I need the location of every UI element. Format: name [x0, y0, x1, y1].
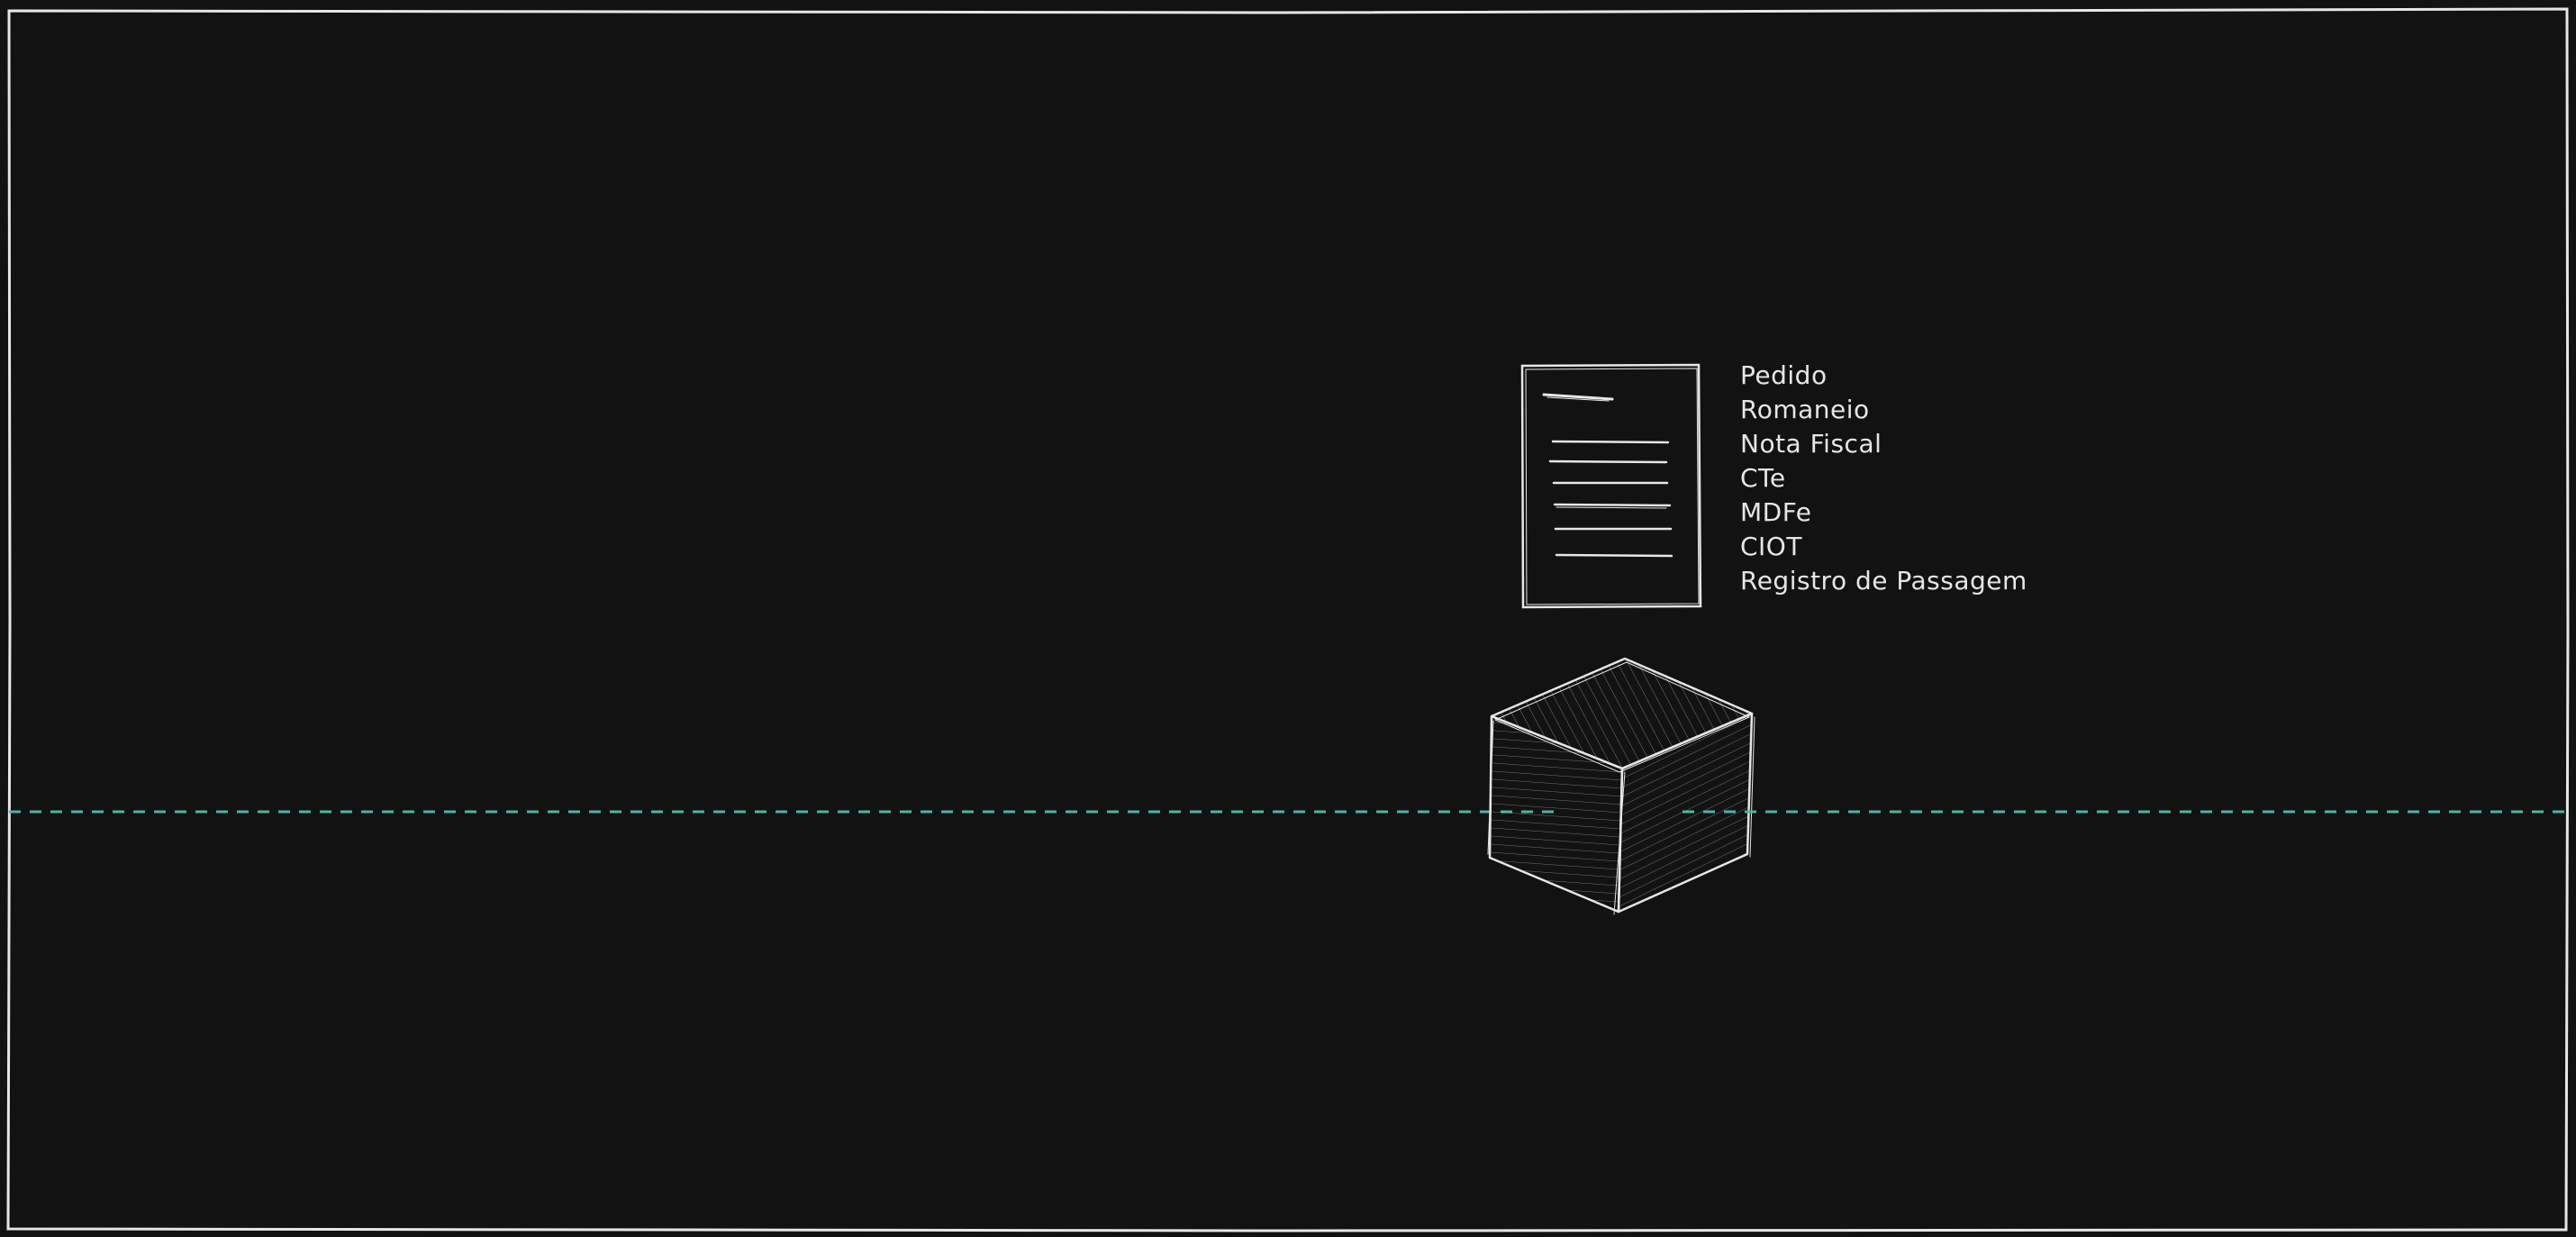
frame — [6, 7, 2570, 1232]
document-list: Pedido Romaneio Nota Fiscal CTe MDFe CIO… — [1740, 359, 2027, 598]
package-box-icon — [1487, 657, 1755, 915]
diagram-canvas: Pedido Romaneio Nota Fiscal CTe MDFe CIO… — [0, 0, 2576, 1237]
document-item-registro-de-passagem: Registro de Passagem — [1740, 566, 2027, 596]
document-item-pedido: Pedido — [1740, 360, 1828, 390]
document-item-ciot: CIOT — [1740, 532, 1802, 561]
document-item-mdfe: MDFe — [1740, 497, 1812, 527]
document-item-romaneio: Romaneio — [1740, 395, 1870, 424]
document-item-nota-fiscal: Nota Fiscal — [1740, 429, 1882, 459]
document-item-cte: CTe — [1740, 463, 1786, 493]
document-icon — [1520, 363, 1702, 609]
diagram-scene — [6, 7, 2570, 1232]
